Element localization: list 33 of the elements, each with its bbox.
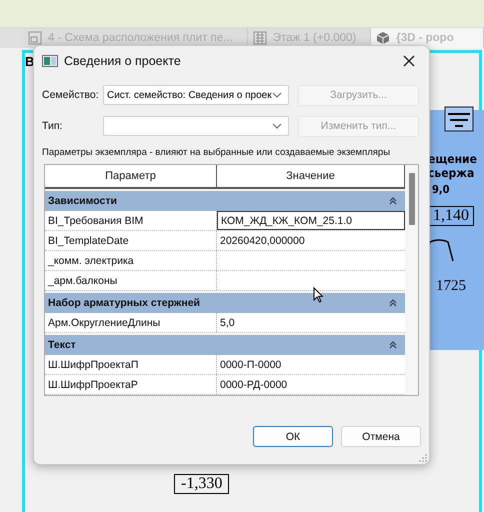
dropdown-field[interactable]: Сист. семейство: Сведения о проек (103, 85, 289, 105)
dimension-label: 1725 (436, 278, 466, 295)
column-header[interactable]: Параметр (45, 165, 217, 187)
table-cell: BI_Требования BIM (45, 211, 217, 230)
value-cell[interactable]: 20260420,000000 (217, 231, 405, 250)
drawing-label: В (25, 54, 34, 69)
value-cell[interactable]: КОМ_ЖД_КЖ_КОМ_25.1.0 (217, 211, 405, 230)
room-area: 9,0 (432, 183, 450, 196)
group-header[interactable]: Зависимости (45, 191, 405, 211)
group-label: Набор арматурных стержней (48, 297, 200, 309)
table-cell: Ш.ШифрПроектаР (45, 375, 217, 394)
ok-button[interactable]: ОК (253, 426, 333, 447)
table-cell: _комм. электрика (45, 251, 217, 270)
column-header[interactable]: Значение (217, 165, 405, 187)
window-title: Сведения о проекте (64, 54, 182, 68)
elevation-label: -1,330 (174, 474, 230, 494)
table-cell: _арм.балконы (45, 271, 217, 290)
table-cell: Арм.ОкруглениеДлины (45, 313, 217, 332)
field-label: Семейство: (42, 89, 100, 101)
value-cell[interactable]: 0000-РД-0000 (217, 375, 405, 394)
group-header[interactable]: Набор арматурных стержней (45, 293, 405, 313)
value-cell[interactable]: 5,0 (217, 313, 405, 332)
group-label: Зависимости (48, 195, 117, 207)
section-caption: Параметры экземпляра - влияют на выбранные или создаваемые экземпляры (42, 147, 390, 158)
table-cell: BI_TemplateDate (45, 231, 217, 250)
room-name: сьержа (428, 166, 474, 180)
room-name: ещение (428, 152, 477, 166)
table-cell: Ш.ШифрПроектаП (45, 355, 217, 374)
cancel-button[interactable]: Отмена (341, 426, 421, 447)
group-header[interactable]: Текст (45, 335, 405, 355)
field-label: Тип: (42, 120, 64, 132)
value-cell[interactable]: 0000-П-0000 (217, 355, 405, 374)
group-label: Текст (48, 339, 76, 351)
